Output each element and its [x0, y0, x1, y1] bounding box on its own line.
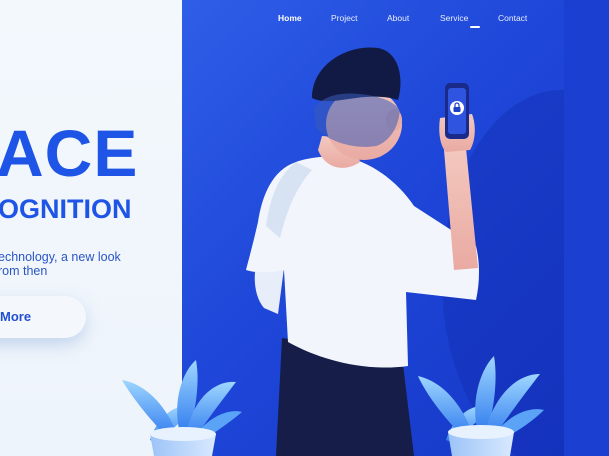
- nav-item-service[interactable]: Service: [440, 13, 468, 23]
- plant-icon: [418, 356, 544, 456]
- landing-page: ACE OGNITION echnology, a new look rom t…: [0, 0, 609, 456]
- nav-item-contact[interactable]: Contact: [498, 13, 527, 23]
- plant-icon: [122, 360, 242, 456]
- nav-active-indicator: [470, 26, 480, 28]
- nav-item-project[interactable]: Project: [331, 13, 357, 23]
- top-navigation: Home Project About Service Contact: [182, 0, 609, 34]
- nav-item-about[interactable]: About: [387, 13, 409, 23]
- person-illustration: [122, 47, 544, 456]
- smartphone-icon: [445, 83, 469, 139]
- nav-item-home[interactable]: Home: [278, 13, 302, 23]
